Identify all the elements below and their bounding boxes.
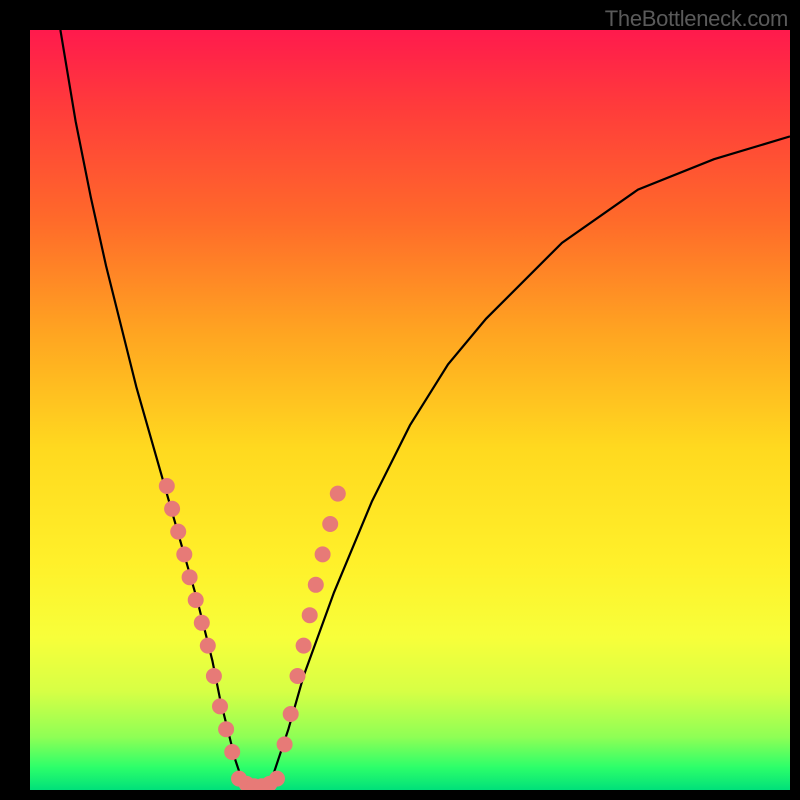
data-point [170,524,186,540]
data-point [302,607,318,623]
chart-plot-area [30,30,790,790]
data-point [315,546,331,562]
data-point [224,744,240,760]
data-point [176,546,192,562]
data-point [296,638,312,654]
chart-svg [30,30,790,790]
data-point [182,569,198,585]
data-point [188,592,204,608]
data-point [200,638,216,654]
data-point [194,615,210,631]
data-point [206,668,222,684]
data-point [212,698,228,714]
data-point [283,706,299,722]
data-point [322,516,338,532]
data-point [277,736,293,752]
data-point [290,668,306,684]
data-point [330,486,346,502]
watermark-text: TheBottleneck.com [605,6,788,32]
bottleneck-curve [60,30,790,790]
data-point [269,771,285,787]
data-point [308,577,324,593]
data-point [164,501,180,517]
data-point [218,721,234,737]
data-point [159,478,175,494]
